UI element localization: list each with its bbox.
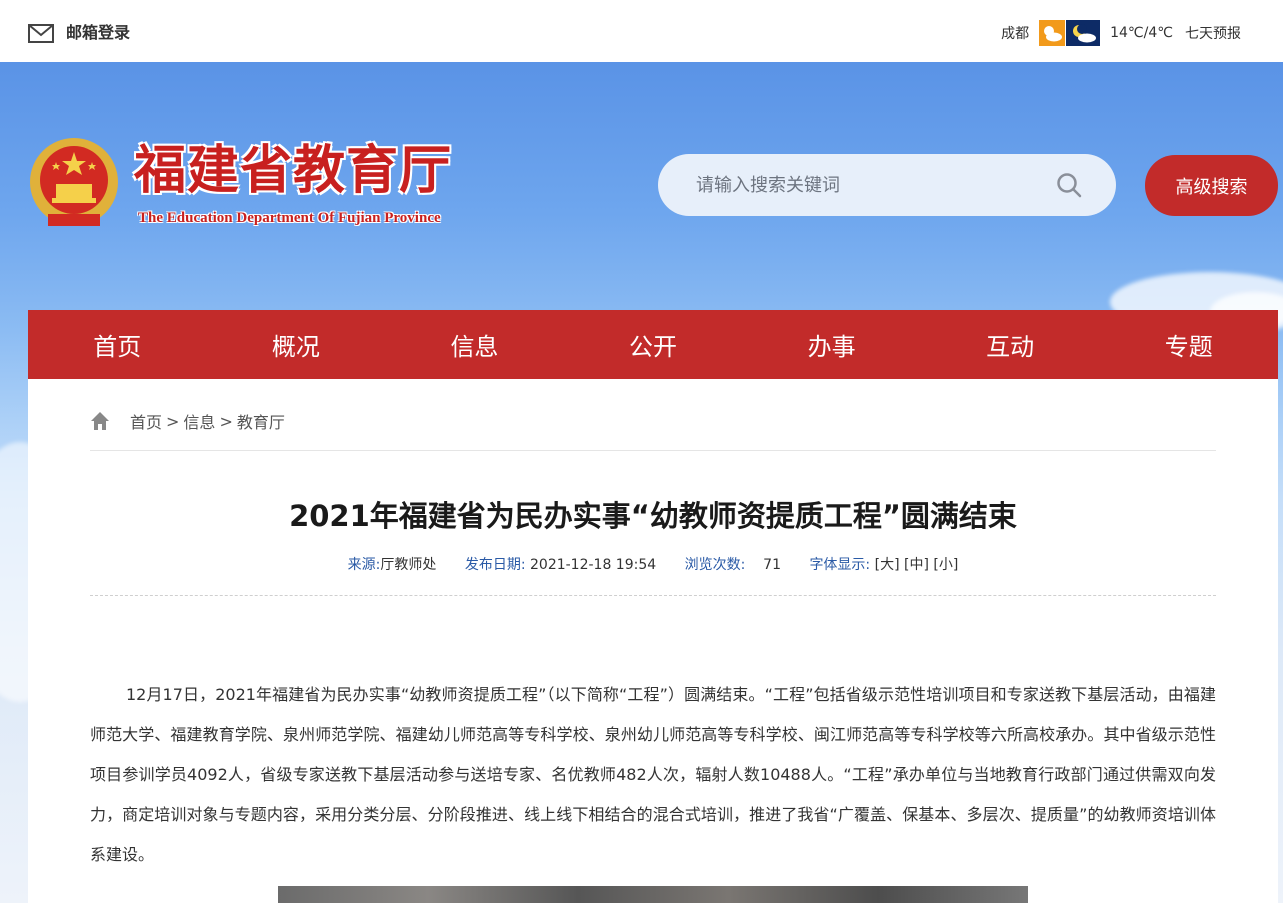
breadcrumb-separator: > <box>166 411 180 431</box>
partly-cloudy-day-icon <box>1039 20 1066 46</box>
nav-item-home[interactable]: 首页 <box>28 310 207 379</box>
nav-item-overview[interactable]: 概况 <box>207 310 386 379</box>
nav-item-interaction[interactable]: 互动 <box>921 310 1100 379</box>
font-size-small-link[interactable]: [小] <box>933 557 958 573</box>
top-bar: 邮箱登录 成都 14℃/4℃ 七天预报 <box>0 0 1283 62</box>
views-value: 71 <box>763 557 781 573</box>
meta-divider <box>90 595 1216 596</box>
search-input[interactable] <box>696 174 1056 196</box>
article-title: 2021年福建省为民办实事“幼教师资提质工程”圆满结束 <box>289 499 1017 533</box>
seven-day-forecast-link[interactable]: 七天预报 <box>1185 23 1241 43</box>
content-panel: 首页 > 信息 > 教育厅 2021年福建省为民办实事“幼教师资提质工程”圆满结… <box>28 379 1278 903</box>
breadcrumb-information[interactable]: 信息 <box>183 409 215 433</box>
mail-icon <box>28 23 54 43</box>
date-value: 2021-12-18 19:54 <box>530 557 657 573</box>
nav-item-information[interactable]: 信息 <box>385 310 564 379</box>
font-size-label: 字体显示: <box>809 557 871 573</box>
source-value: 厅教师处 <box>380 557 437 573</box>
search-box <box>658 154 1116 216</box>
nav-item-public[interactable]: 公开 <box>564 310 743 379</box>
breadcrumb-separator: > <box>219 411 233 431</box>
partly-cloudy-night-icon <box>1066 20 1101 46</box>
site-title: 福建省教育厅 <box>134 140 453 201</box>
weather-temperature: 14℃/4℃ <box>1110 25 1173 41</box>
breadcrumb-divider <box>90 450 1216 451</box>
nav-item-topics[interactable]: 专题 <box>1099 310 1278 379</box>
views-label: 浏览次数: <box>684 557 746 573</box>
breadcrumb-department[interactable]: 教育厅 <box>237 409 285 433</box>
advanced-search-button[interactable]: 高级搜索 <box>1145 155 1278 216</box>
date-label: 发布日期: <box>464 557 526 573</box>
mail-login-link[interactable]: 邮箱登录 <box>28 20 130 46</box>
breadcrumb: 首页 > 信息 > 教育厅 <box>90 409 285 433</box>
breadcrumb-home[interactable]: 首页 <box>130 409 162 433</box>
font-size-medium-link[interactable]: [中] <box>904 557 929 573</box>
article-photo <box>278 886 1028 903</box>
national-emblem-icon <box>30 138 118 226</box>
search-icon[interactable] <box>1056 172 1082 198</box>
weather-city: 成都 <box>1001 26 1030 42</box>
font-size-large-link[interactable]: [大] <box>875 557 900 573</box>
home-icon <box>91 412 109 430</box>
site-subtitle: The Education Department Of Fujian Provi… <box>138 210 441 226</box>
nav-item-services[interactable]: 办事 <box>742 310 921 379</box>
weather-widget: 成都 14℃/4℃ 七天预报 <box>1001 20 1241 46</box>
article-body: 12月17日，2021年福建省为民办实事“幼教师资提质工程”（以下简称“工程”）… <box>90 685 1216 864</box>
mail-login-label: 邮箱登录 <box>66 23 131 42</box>
main-nav: 首页 概况 信息 公开 办事 互动 专题 <box>28 310 1278 379</box>
source-label: 来源: <box>347 557 381 573</box>
article-meta: 来源:厅教师处 发布日期: 2021-12-18 19:54 浏览次数: 71 … <box>28 554 1278 574</box>
